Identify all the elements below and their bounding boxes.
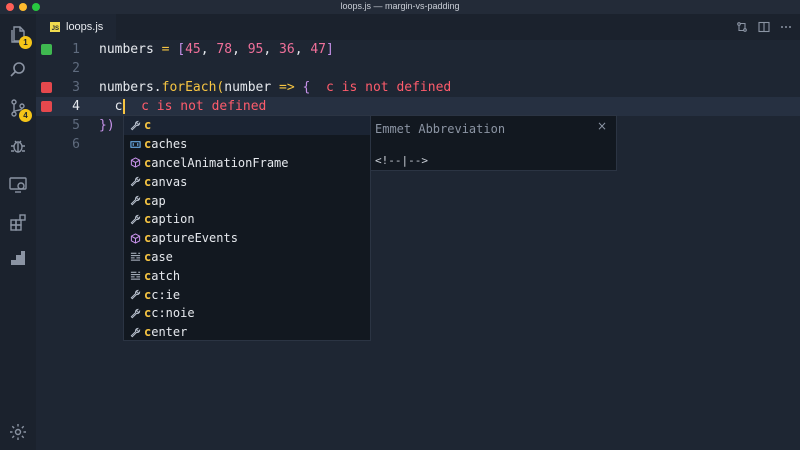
suggestion-label: aches (151, 137, 188, 152)
search-icon[interactable] (6, 58, 30, 82)
suggestion-match: c (144, 212, 152, 227)
suggestion-item[interactable]: c (124, 116, 370, 135)
suggestion-match: c (144, 118, 152, 133)
suggestion-label: anvas (151, 174, 188, 189)
suggestion-item[interactable]: c aptureEvents (124, 229, 370, 248)
wrench-icon (129, 119, 141, 131)
stairs-icon[interactable] (6, 246, 30, 270)
keyword-icon (129, 251, 141, 263)
editor-actions (736, 20, 792, 33)
suggestion-match: c (144, 287, 152, 302)
line-number: 5 (72, 118, 80, 133)
editor-line: 3 numbers.forEach(number => { c is not d… (36, 78, 800, 97)
text-cursor (123, 99, 126, 114)
suggestion-match: c (144, 193, 152, 208)
more-actions-icon[interactable] (780, 20, 792, 32)
suggestion-match: c (144, 174, 152, 189)
suggestion-item[interactable]: c c:ie (124, 285, 370, 304)
keyword-icon (129, 270, 141, 282)
wrench-icon (129, 195, 141, 207)
suggestion-match: c (144, 137, 152, 152)
open-changes-icon[interactable] (736, 20, 748, 32)
suggestion-item[interactable]: c anvas (124, 172, 370, 191)
suggestion-label: c:ie (151, 287, 181, 302)
git-modified-marker (41, 101, 52, 112)
cube-icon (129, 157, 141, 169)
code-text: }) (99, 118, 115, 133)
suggestion-item[interactable]: c ancelAnimationFrame (124, 154, 370, 173)
suggestion-details: Emmet Abbreviation × <!--|--> (371, 115, 617, 171)
debug-icon[interactable] (6, 134, 30, 158)
line-number: 4 (72, 99, 80, 114)
suggestion-item[interactable]: c aption (124, 210, 370, 229)
suggestion-label: aptureEvents (151, 231, 238, 246)
files-badge: 1 (19, 36, 32, 49)
details-body: <!--|--> (375, 154, 428, 167)
activity-bar: 1 4 (0, 14, 36, 450)
suggestion-match: c (144, 249, 152, 264)
git-added-marker (41, 44, 52, 55)
suggestion-label: ap (151, 193, 166, 208)
editor-line-current: 4 c c is not defined (36, 97, 800, 116)
suggestion-label: enter (151, 325, 188, 340)
suggestion-item[interactable]: c enter (124, 323, 370, 342)
details-title: Emmet Abbreviation (375, 122, 506, 136)
suggestion-label: ase (151, 249, 173, 264)
suggestion-match: c (144, 325, 152, 340)
wrench-icon (129, 213, 141, 225)
suggestion-item[interactable]: c atch (124, 266, 370, 285)
tab-bar: JS loops.js (36, 14, 800, 40)
window-title: loops.js — margin-vs-padding (340, 1, 460, 11)
suggestion-item[interactable]: c ap (124, 191, 370, 210)
typed-text: c (114, 99, 123, 114)
line-number: 2 (72, 61, 80, 76)
javascript-file-icon: JS (50, 22, 60, 32)
remote-explorer-icon[interactable] (6, 172, 30, 196)
suggestion-item[interactable]: c ase (124, 248, 370, 267)
wrench-icon (129, 176, 141, 188)
title-bar: loops.js — margin-vs-padding (0, 0, 800, 14)
suggestion-item[interactable]: c aches (124, 135, 370, 154)
suggestion-label: atch (151, 268, 181, 283)
line-number: 6 (72, 137, 80, 152)
git-modified-marker (41, 82, 52, 93)
line-number: 1 (72, 42, 80, 57)
tab-label: loops.js (66, 21, 104, 33)
source-control-badge: 4 (19, 109, 32, 122)
editor-line: 2 (36, 59, 800, 78)
extensions-icon[interactable] (6, 210, 30, 234)
suggestion-label: aption (151, 212, 195, 227)
line-number: 3 (72, 80, 80, 95)
settings-gear-icon[interactable] (6, 420, 30, 444)
autocomplete-list[interactable]: c c aches c ancelAnimationFrame c anvas c ap c apt… (123, 115, 371, 341)
suggestion-match: c (144, 231, 152, 246)
suggestion-label: ancelAnimationFrame (151, 155, 289, 170)
code-text: numbers = [45, 78, 95, 36, 47] (99, 42, 334, 57)
suggestion-match: c (144, 268, 152, 283)
inline-error-message: c is not defined (326, 80, 452, 95)
wrench-icon (129, 307, 141, 319)
suggestion-match: c (144, 306, 152, 321)
code-text: c c is not defined (99, 97, 266, 116)
wrench-icon (129, 326, 141, 338)
cube-icon (129, 232, 141, 244)
wrench-icon (129, 289, 141, 301)
close-details-button[interactable]: × (597, 119, 607, 133)
editor-line: 1 numbers = [45, 78, 95, 36, 47] (36, 40, 800, 59)
code-text: numbers.forEach(number => { c is not def… (99, 80, 452, 95)
split-editor-icon[interactable] (758, 20, 770, 33)
tab-loops-js[interactable]: JS loops.js (36, 14, 116, 40)
inline-error-message: c is not defined (141, 99, 267, 114)
suggestion-label: c:noie (151, 306, 195, 321)
suggestion-item[interactable]: c c:noie (124, 304, 370, 323)
suggestion-match: c (144, 155, 152, 170)
variable-icon (129, 138, 141, 150)
